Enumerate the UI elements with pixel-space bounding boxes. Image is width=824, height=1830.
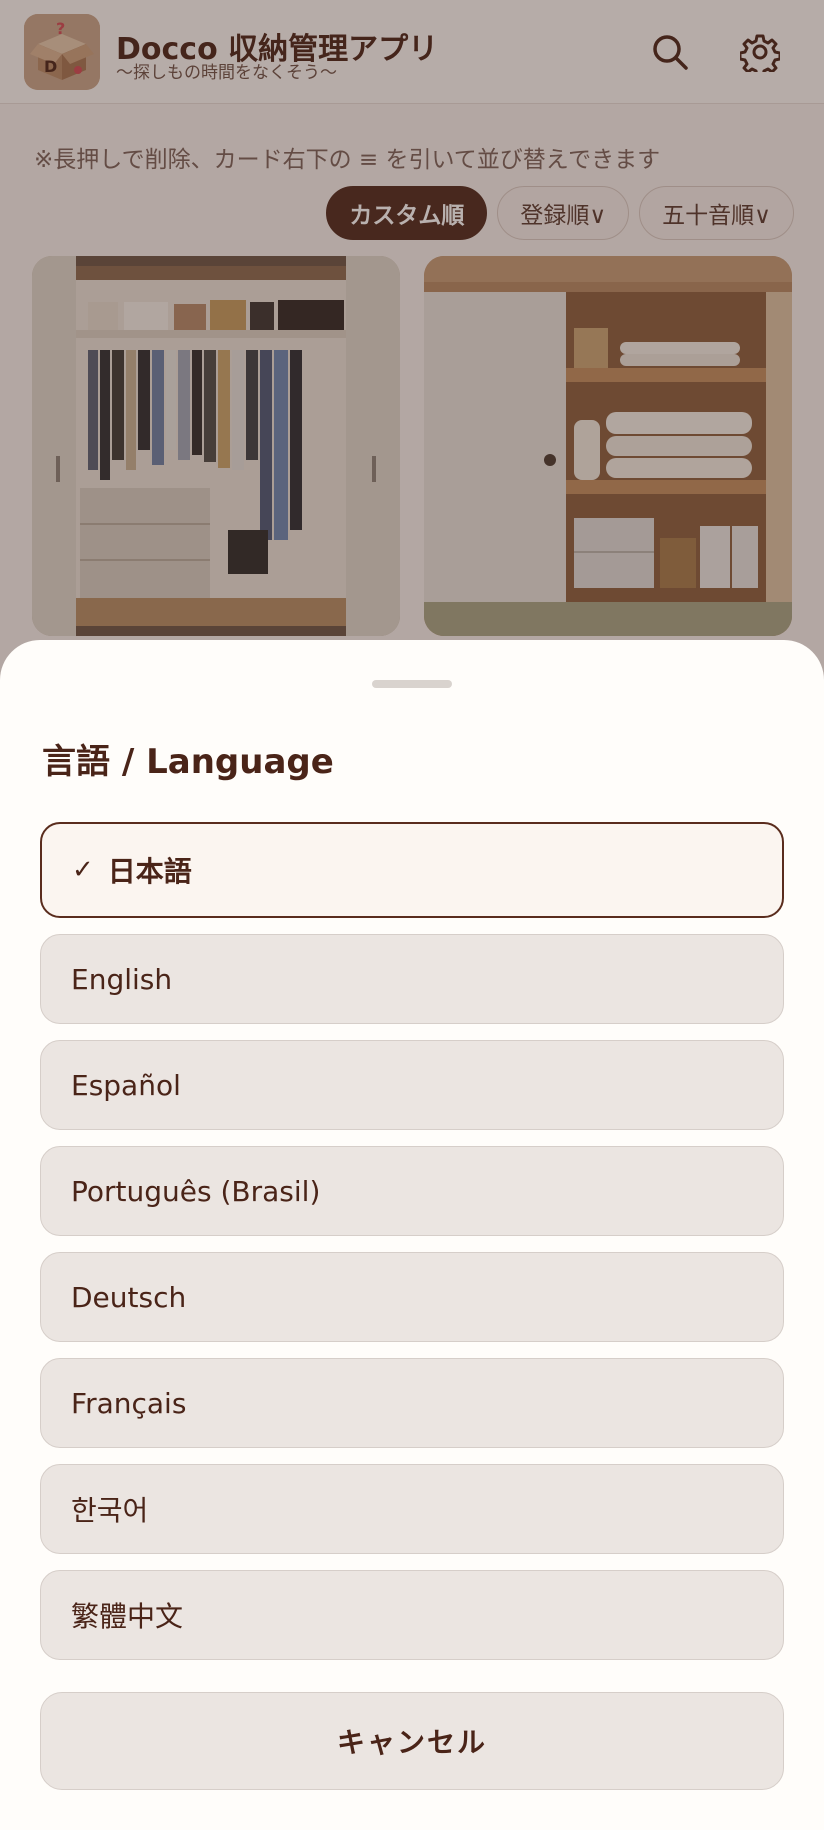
language-option-pt-br[interactable]: Português (Brasil) — [40, 1146, 784, 1236]
sheet-title: 言語 / Language — [42, 742, 334, 782]
sheet-grabber[interactable] — [372, 680, 452, 688]
language-label: 日本語 — [107, 855, 192, 888]
language-sheet: 言語 / Language ✓ 日本語 English Español Port… — [0, 640, 824, 1830]
check-icon: ✓ — [72, 855, 94, 885]
language-option-ja[interactable]: ✓ 日本語 — [40, 822, 784, 918]
language-option-es[interactable]: Español — [40, 1040, 784, 1130]
language-label: Deutsch — [71, 1280, 187, 1314]
cancel-button[interactable]: キャンセル — [40, 1692, 784, 1790]
language-option-en[interactable]: English — [40, 934, 784, 1024]
language-option-fr[interactable]: Français — [40, 1358, 784, 1448]
language-option-ko[interactable]: 한국어 — [40, 1464, 784, 1554]
language-list: ✓ 日本語 English Español Português (Brasil)… — [40, 822, 784, 1676]
language-label: English — [71, 962, 173, 996]
language-label: Français — [71, 1386, 187, 1420]
language-label: 繁體中文 — [71, 1600, 184, 1633]
language-label: Português (Brasil) — [71, 1174, 321, 1208]
language-option-zh-tw[interactable]: 繁體中文 — [40, 1570, 784, 1660]
language-label: 한국어 — [71, 1494, 149, 1527]
language-option-de[interactable]: Deutsch — [40, 1252, 784, 1342]
language-label: Español — [71, 1068, 181, 1102]
